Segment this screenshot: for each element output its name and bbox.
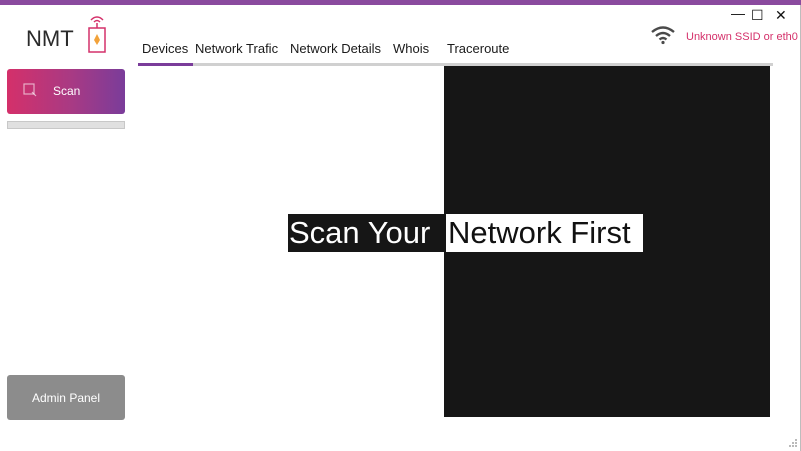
- admin-panel-button[interactable]: Admin Panel: [7, 375, 125, 420]
- wifi-icon: [651, 26, 675, 45]
- scan-button-label: Scan: [53, 84, 81, 98]
- maximize-button[interactable]: ☐: [751, 8, 764, 22]
- ssid-status-text: Unknown SSID or eth0: [686, 31, 798, 43]
- window-top-accent: [0, 0, 801, 5]
- tab-network-trafic[interactable]: Network Trafic: [195, 40, 278, 66]
- empty-state-message-part2: Network First: [446, 214, 643, 252]
- tab-traceroute[interactable]: Traceroute: [447, 40, 509, 66]
- scan-progress-bar: [7, 121, 125, 129]
- router-logo-icon: [88, 16, 106, 53]
- minimize-button[interactable]: —: [731, 6, 745, 20]
- tab-whois[interactable]: Whois: [393, 40, 429, 66]
- app-logo-text: NMT: [26, 26, 74, 51]
- admin-panel-label: Admin Panel: [31, 390, 101, 405]
- tab-devices[interactable]: Devices: [142, 40, 188, 66]
- scan-button[interactable]: Scan: [7, 69, 125, 114]
- empty-state-message-part1: Scan Your: [288, 214, 444, 252]
- search-icon: [23, 83, 37, 97]
- tab-network-details[interactable]: Network Details: [290, 40, 381, 66]
- resize-grip-icon[interactable]: [788, 438, 798, 448]
- close-button[interactable]: ✕: [775, 8, 787, 22]
